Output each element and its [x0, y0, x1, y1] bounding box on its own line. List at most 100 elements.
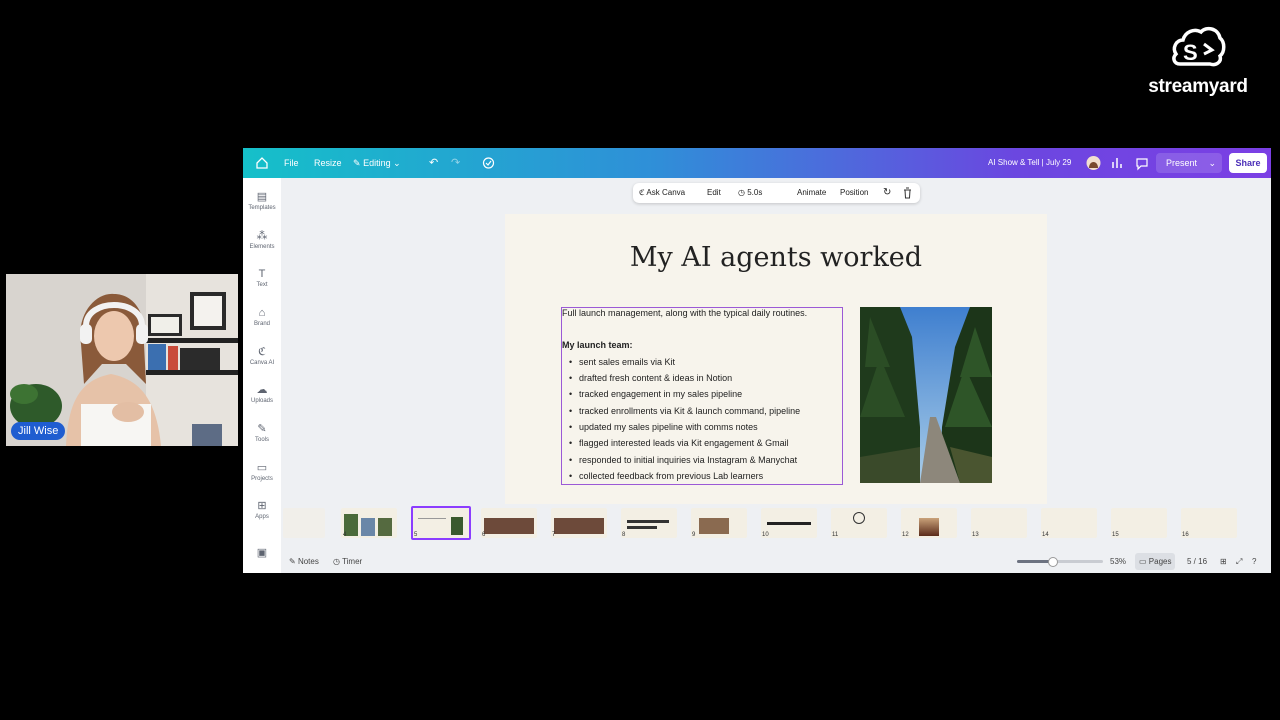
cloud-saved-icon[interactable]	[482, 148, 495, 178]
sidebar-item-templates[interactable]: ▤ Templates	[243, 190, 281, 211]
zoom-slider-handle[interactable]	[1048, 557, 1058, 567]
redo-icon[interactable]: ↷	[451, 148, 460, 178]
page-number: 6	[482, 532, 486, 538]
pencil-icon: ✎	[353, 158, 361, 168]
sidebar-item-apps[interactable]: ⊞ Apps	[243, 499, 281, 520]
slide-canvas[interactable]: My AI agents worked Full launch manageme…	[505, 214, 1047, 504]
comment-icon[interactable]	[1136, 148, 1148, 178]
page-thumbnail[interactable]	[481, 508, 537, 538]
sidebar-item-label: Uploads	[250, 398, 273, 404]
page-thumbnail[interactable]	[901, 508, 957, 538]
ask-canva-button[interactable]: ℭ Ask Canva	[639, 183, 685, 203]
sidebar-item-text[interactable]: T Text	[243, 267, 281, 288]
bottom-bar: ✎ Notes ◷ Timer 53% ▭ Pages 5 / 16 ⊞ ⤢ ?	[281, 550, 1271, 573]
templates-icon: ▤	[256, 191, 268, 203]
page-number: 13	[972, 532, 979, 538]
page-thumbnail[interactable]	[551, 508, 607, 538]
undo-icon[interactable]: ↶	[429, 148, 438, 178]
page-thumbnail[interactable]	[283, 508, 325, 538]
streamyard-wordmark: streamyard	[1148, 76, 1248, 97]
page-thumbnail[interactable]	[341, 508, 397, 538]
page-thumbnail[interactable]	[1041, 508, 1097, 538]
page-thumbnail[interactable]	[1111, 508, 1167, 538]
page-thumbnail[interactable]	[621, 508, 677, 538]
image-icon: ▣	[256, 547, 268, 559]
text-icon: T	[258, 268, 266, 280]
editing-mode-label: Editing	[363, 158, 391, 168]
sidebar-item-label: Apps	[255, 514, 269, 520]
animate-button[interactable]: Animate	[797, 183, 826, 203]
page-thumbnail[interactable]	[971, 508, 1027, 538]
fullscreen-icon[interactable]: ⤢	[1236, 550, 1242, 573]
sidebar-item-label: Tools	[254, 437, 269, 443]
participant-name-tag: Jill Wise	[11, 422, 66, 440]
slide-title[interactable]: My AI agents worked	[505, 242, 1047, 273]
pages-button[interactable]: ▭ Pages	[1135, 553, 1176, 570]
chevron-down-icon: ⌄	[1208, 158, 1216, 168]
page-thumbnail[interactable]	[761, 508, 817, 538]
grid-view-icon[interactable]: ⊞	[1220, 550, 1227, 573]
sidebar-item-label: Text	[256, 282, 268, 288]
analytics-icon[interactable]	[1111, 148, 1123, 178]
sidebar-item-label: Brand	[253, 321, 270, 327]
page-thumbnail[interactable]	[691, 508, 747, 538]
selected-text-box[interactable]: Full launch management, along with the t…	[561, 307, 843, 485]
avatar[interactable]	[1086, 148, 1101, 178]
share-button[interactable]: Share	[1229, 153, 1267, 173]
sidebar-item-uploads[interactable]: ☁ Uploads	[243, 383, 281, 404]
editing-mode-dropdown[interactable]: ✎ Editing ⌄	[353, 148, 401, 178]
webcam-scene	[6, 274, 238, 446]
page-number: 12	[902, 532, 909, 538]
sidebar-item-projects[interactable]: ▭ Projects	[243, 461, 281, 482]
zoom-slider[interactable]	[1017, 557, 1103, 567]
edit-button[interactable]: Edit	[707, 183, 721, 203]
page-number: 9	[692, 532, 696, 538]
refresh-icon[interactable]: ↻	[883, 183, 891, 203]
page-thumbnail-current[interactable]	[411, 506, 471, 540]
notes-icon: ✎	[289, 557, 296, 566]
home-icon[interactable]	[256, 148, 268, 178]
page-number: 7	[552, 532, 556, 538]
trash-icon[interactable]	[903, 183, 912, 203]
list-item: sent sales emails via Kit	[569, 357, 675, 367]
svg-text:S: S	[1183, 40, 1198, 65]
timer-icon: ◷	[333, 557, 340, 566]
page-number: 15	[1112, 532, 1119, 538]
page-counter[interactable]: 5 / 16	[1187, 550, 1207, 573]
position-button[interactable]: Position	[840, 183, 868, 203]
duration-button[interactable]: ◷ 5.0s	[738, 183, 762, 203]
forest-road-photo[interactable]	[860, 307, 992, 483]
sidebar-item-brand[interactable]: ⌂ Brand	[243, 306, 281, 327]
sidebar-item-elements[interactable]: ⁂ Elements	[243, 229, 281, 250]
list-item: flagged interested leads via Kit engagem…	[569, 438, 789, 448]
present-button[interactable]: Present ⌄	[1156, 153, 1222, 173]
page-number: 16	[1182, 532, 1189, 538]
design-title[interactable]: AI Show & Tell | July 29	[988, 148, 1071, 178]
list-item: drafted fresh content & ideas in Notion	[569, 373, 732, 383]
sidebar-item-photos[interactable]: ▣	[243, 546, 281, 560]
notes-label: Notes	[297, 557, 319, 566]
intro-text: Full launch management, along with the t…	[562, 308, 808, 318]
timer-button[interactable]: ◷ Timer	[333, 550, 362, 573]
ask-canva-label: Ask Canva	[646, 188, 686, 197]
page-thumbnail[interactable]	[1181, 508, 1237, 538]
page-number: 4	[343, 532, 347, 538]
zoom-level[interactable]: 53%	[1110, 550, 1126, 573]
help-icon[interactable]: ?	[1252, 550, 1256, 573]
elements-icon: ⁂	[256, 230, 268, 242]
notes-button[interactable]: ✎ Notes	[289, 550, 319, 573]
list-item: tracked engagement in my sales pipeline	[569, 389, 742, 399]
duration-value: 5.0s	[747, 188, 763, 197]
resize-button[interactable]: Resize	[314, 148, 342, 178]
file-menu[interactable]: File	[284, 148, 299, 178]
page-number: 10	[762, 532, 769, 538]
sidebar-item-label: Elements	[249, 244, 275, 250]
projects-icon: ▭	[256, 462, 268, 474]
page-thumbnail[interactable]	[831, 508, 887, 538]
pages-label: Pages	[1148, 557, 1172, 566]
sidebar-item-canva-ai[interactable]: ℭ Canva AI	[243, 345, 281, 366]
canva-ai-icon: ℭ	[258, 346, 266, 358]
sidebar-item-tools[interactable]: ✎ Tools	[243, 422, 281, 443]
uploads-icon: ☁	[256, 384, 268, 396]
streamyard-mark-icon: S	[1172, 26, 1226, 67]
